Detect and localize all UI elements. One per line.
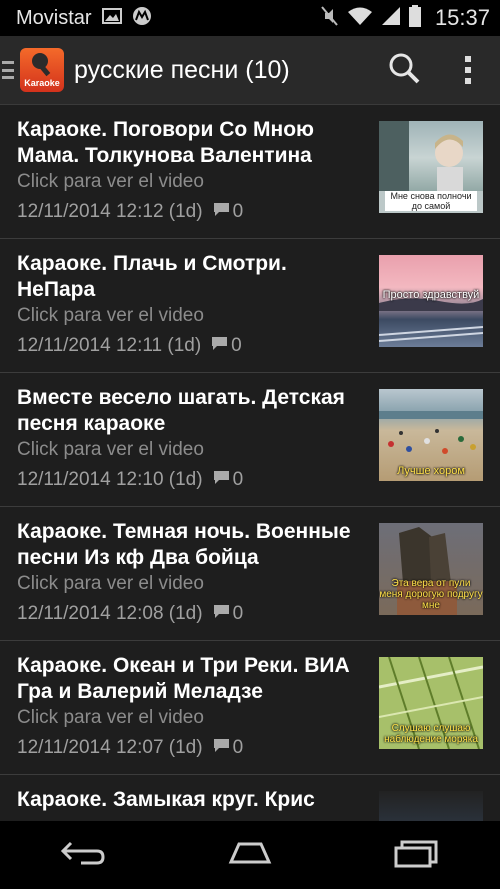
item-subtitle: Click para ver el video	[17, 439, 204, 460]
item-date: 12/11/2014 12:07 (1d)	[17, 737, 203, 758]
list-item[interactable]: Караоке. Поговори Со Мною Мама. Толкунов…	[0, 105, 500, 239]
list-item[interactable]: Караоке. Темная ночь. Военные песни Из к…	[0, 507, 500, 641]
video-thumbnail[interactable]: Слушаю слушаю наблюдение моряка	[379, 657, 483, 749]
item-date: 12/11/2014 12:08 (1d)	[17, 603, 203, 624]
comment-count: 0	[232, 469, 244, 490]
back-icon	[59, 839, 107, 872]
mute-icon	[319, 5, 339, 32]
item-meta: 12/11/2014 12:08 (1d) 0	[17, 603, 243, 625]
search-icon	[388, 52, 420, 89]
video-thumbnail[interactable]: Мне снова полночи до самой	[379, 121, 483, 213]
item-subtitle: Click para ver el video	[17, 707, 204, 728]
status-bar: Movistar 15:37	[0, 0, 500, 36]
carrier-name: Movistar	[16, 6, 92, 29]
comment-icon	[213, 737, 230, 759]
comment-count: 0	[231, 335, 242, 356]
item-subtitle: Click para ver el video	[17, 573, 204, 594]
item-title: Вместе весело шагать. Детская песня кара…	[17, 386, 345, 435]
list-item[interactable]: Караоке. Плачь и Смотри. НеПара Click pa…	[0, 239, 500, 373]
drawer-indicator-icon[interactable]	[2, 55, 16, 85]
overflow-menu-button[interactable]	[436, 38, 500, 102]
list-item[interactable]: Караоке. Океан и Три Реки. ВИА Гра и Вал…	[0, 641, 500, 775]
thumbnail-caption: Просто здравствуй	[382, 289, 480, 301]
home-icon	[225, 840, 275, 871]
item-subtitle: Click para ver el video	[17, 305, 204, 326]
item-title: Караоке. Океан и Три Реки. ВИА Гра и Вал…	[17, 654, 350, 703]
battery-icon	[408, 4, 421, 32]
recent-apps-button[interactable]	[372, 825, 462, 885]
comment-count: 0	[232, 603, 244, 624]
list-item[interactable]: Вместе весело шагать. Детская песня кара…	[0, 373, 500, 507]
item-meta: 12/11/2014 12:07 (1d) 0	[17, 737, 243, 759]
comment-icon	[211, 335, 228, 357]
signal-icon	[381, 6, 401, 31]
overflow-menu-icon	[465, 56, 471, 84]
item-meta: 12/11/2014 12:10 (1d) 0	[17, 469, 243, 491]
clock: 15:37	[434, 5, 490, 30]
item-title: Караоке. Замыкая круг. Крис	[17, 788, 315, 811]
comment-icon	[213, 469, 230, 491]
video-thumbnail[interactable]: Лучше хором	[379, 389, 483, 481]
navigation-bar	[0, 821, 500, 889]
item-date: 12/11/2014 12:11 (1d)	[17, 335, 202, 356]
item-meta: 12/11/2014 12:12 (1d) 0	[17, 201, 243, 223]
comment-icon	[213, 603, 230, 625]
comment-count: 0	[232, 201, 244, 222]
recent-apps-icon	[392, 838, 442, 873]
item-title: Караоке. Темная ночь. Военные песни Из к…	[17, 520, 351, 569]
home-button[interactable]	[205, 825, 295, 885]
video-list: Караоке. Поговори Со Мною Мама. Толкунов…	[0, 105, 500, 821]
page-title: русские песни (10)	[74, 55, 290, 84]
app-logo-text: Karaoke	[24, 78, 60, 88]
video-thumbnail[interactable]: Эта вера от пули меня дорогую подругу мн…	[379, 523, 483, 615]
comment-count: 0	[232, 737, 244, 758]
thumbnail-caption: Мне снова полночи до самой	[385, 191, 477, 211]
item-title: Караоке. Поговори Со Мною Мама. Толкунов…	[17, 118, 314, 167]
item-title: Караоке. Плачь и Смотри. НеПара	[17, 252, 287, 301]
video-thumbnail[interactable]: Просто здравствуй	[379, 255, 483, 347]
item-date: 12/11/2014 12:12 (1d)	[17, 201, 203, 222]
back-button[interactable]	[38, 825, 128, 885]
search-button[interactable]	[372, 38, 436, 102]
app-logo[interactable]: Karaoke	[20, 48, 64, 92]
action-bar: Karaoke русские песни (10)	[0, 36, 500, 105]
item-subtitle: Click para ver el video	[17, 171, 204, 192]
video-thumbnail[interactable]	[379, 791, 483, 821]
thumbnail-caption: Лучше хором	[397, 465, 465, 477]
image-icon	[101, 7, 122, 30]
list-item[interactable]: Караоке. Замыкая круг. Крис	[0, 775, 500, 821]
item-meta: 12/11/2014 12:11 (1d) 0	[17, 335, 242, 357]
item-date: 12/11/2014 12:10 (1d)	[17, 469, 203, 490]
thumbnail-caption: Слушаю слушаю наблюдение моряка	[384, 723, 478, 745]
comment-icon	[213, 201, 230, 223]
thumbnail-caption: Эта вера от пули меня дорогую подругу мн…	[379, 578, 483, 611]
wifi-icon	[347, 6, 373, 31]
motorola-icon	[132, 6, 152, 31]
